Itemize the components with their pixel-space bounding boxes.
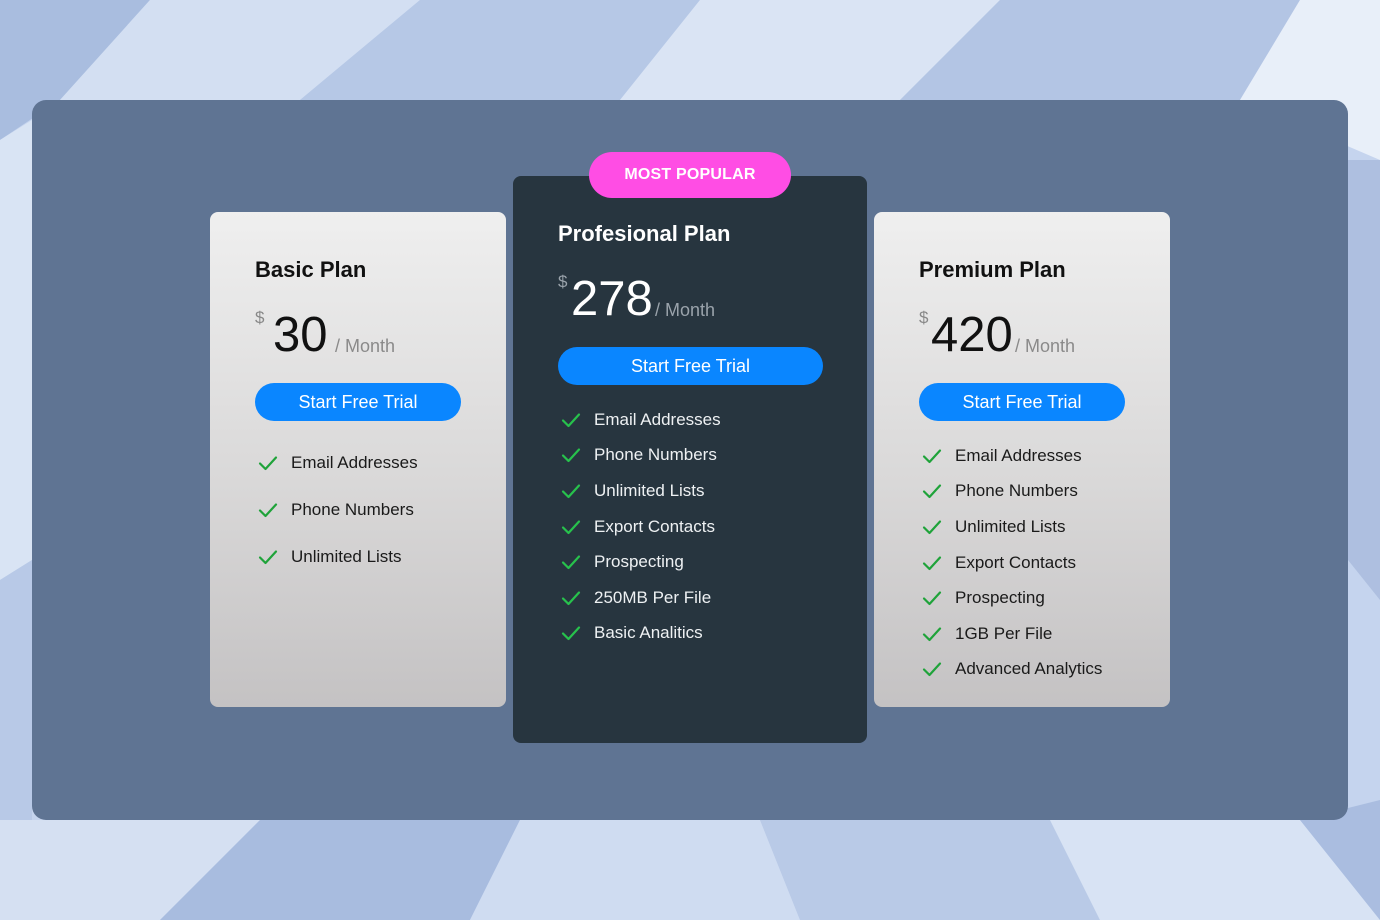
feature-list: Email Addresses Phone Numbers Unlimited … <box>255 439 461 580</box>
feature-item: Phone Numbers <box>255 486 461 533</box>
plan-title: Premium Plan <box>919 257 1066 282</box>
check-icon <box>257 546 279 568</box>
plan-card-premium: Premium Plan $ 420 / Month Start Free Tr… <box>874 212 1170 707</box>
feature-item: Prospecting <box>558 544 822 580</box>
check-icon <box>560 587 582 609</box>
check-icon <box>560 444 582 466</box>
feature-list: Email Addresses Phone Numbers Unlimited … <box>558 402 822 651</box>
start-free-trial-button[interactable]: Start Free Trial <box>255 383 461 421</box>
feature-item: 250MB Per File <box>558 580 822 616</box>
billing-period: / Month <box>655 300 716 320</box>
price-amount: 30 <box>273 308 328 362</box>
start-free-trial-button[interactable]: Start Free Trial <box>558 347 823 385</box>
check-icon <box>921 623 943 645</box>
feature-item: Phone Numbers <box>919 474 1125 510</box>
plan-title: Basic Plan <box>255 257 367 282</box>
feature-label: Phone Numbers <box>594 445 717 465</box>
most-popular-badge: MOST POPULAR <box>589 152 791 198</box>
check-icon <box>257 452 279 474</box>
price: $ 420 / Month <box>919 298 1125 360</box>
check-icon <box>921 587 943 609</box>
feature-label: Export Contacts <box>955 552 1076 572</box>
feature-label: Prospecting <box>955 588 1045 608</box>
check-icon <box>921 658 943 680</box>
feature-item: Email Addresses <box>558 402 822 438</box>
currency-symbol: $ <box>558 272 568 291</box>
feature-item: Export Contacts <box>558 509 822 545</box>
plan-card-basic: Basic Plan $ 30 / Month Start Free Trial… <box>210 212 506 707</box>
feature-label: Unlimited Lists <box>594 480 705 500</box>
billing-period: / Month <box>335 336 396 356</box>
currency-symbol: $ <box>255 308 265 327</box>
check-icon <box>921 480 943 502</box>
start-free-trial-button[interactable]: Start Free Trial <box>919 383 1125 421</box>
feature-item: Email Addresses <box>919 438 1125 474</box>
feature-item: Unlimited Lists <box>255 533 461 580</box>
check-icon <box>560 480 582 502</box>
feature-list: Email Addresses Phone Numbers Unlimited … <box>919 438 1125 687</box>
feature-item: Unlimited Lists <box>558 473 822 509</box>
feature-label: Email Addresses <box>291 452 418 472</box>
feature-item: Email Addresses <box>255 439 461 486</box>
price-amount: 278 <box>571 272 653 326</box>
feature-item: 1GB Per File <box>919 616 1125 652</box>
feature-item: Advanced Analytics <box>919 652 1125 688</box>
feature-item: Export Contacts <box>919 545 1125 581</box>
check-icon <box>560 516 582 538</box>
feature-item: Unlimited Lists <box>919 509 1125 545</box>
feature-item: Basic Analitics <box>558 616 822 652</box>
feature-label: Advanced Analytics <box>955 659 1103 679</box>
price: $ 278 / Month <box>558 262 822 324</box>
plan-card-professional: Profesional Plan $ 278 / Month Start Fre… <box>513 176 867 743</box>
check-icon <box>560 622 582 644</box>
check-icon <box>560 409 582 431</box>
price: $ 30 / Month <box>255 298 461 360</box>
check-icon <box>560 551 582 573</box>
currency-symbol: $ <box>919 308 929 327</box>
feature-label: 250MB Per File <box>594 587 712 607</box>
feature-label: Unlimited Lists <box>291 546 402 566</box>
check-icon <box>921 552 943 574</box>
feature-label: Phone Numbers <box>955 481 1078 501</box>
feature-label: Export Contacts <box>594 516 715 536</box>
feature-label: Email Addresses <box>594 409 721 429</box>
feature-label: Unlimited Lists <box>955 516 1066 536</box>
billing-period: / Month <box>1015 336 1076 356</box>
feature-label: Phone Numbers <box>291 499 414 519</box>
feature-label: Email Addresses <box>955 445 1082 465</box>
feature-item: Prospecting <box>919 580 1125 616</box>
feature-label: Basic Analitics <box>594 623 703 643</box>
check-icon <box>921 445 943 467</box>
plan-title: Profesional Plan <box>558 221 731 246</box>
price-amount: 420 <box>931 308 1013 362</box>
check-icon <box>921 516 943 538</box>
feature-label: 1GB Per File <box>955 623 1053 643</box>
feature-item: Phone Numbers <box>558 438 822 474</box>
check-icon <box>257 499 279 521</box>
feature-label: Prospecting <box>594 552 684 572</box>
